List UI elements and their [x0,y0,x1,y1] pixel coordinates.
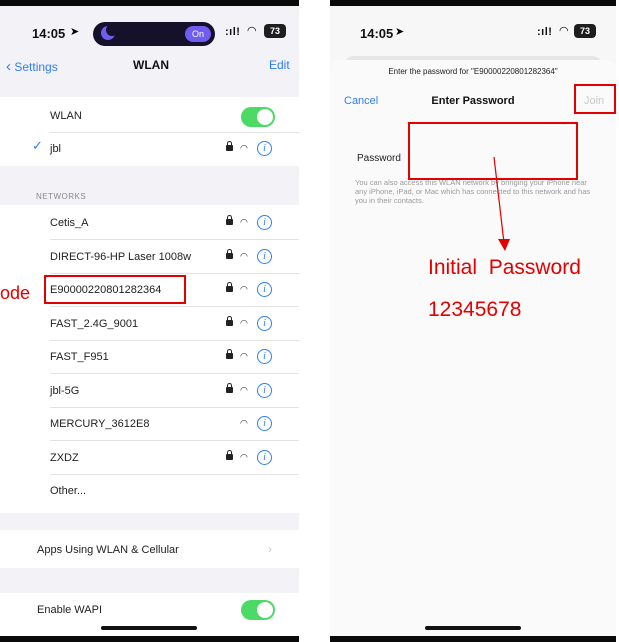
moon-icon [101,24,118,40]
password-prompt: Enter the password for "E900002208012823… [388,67,558,76]
wlan-label: WLAN [50,110,82,122]
annotation-arrow-icon [493,156,510,251]
edit-button[interactable]: Edit [269,58,290,72]
enable-wapi-label: Enable WAPI [37,604,103,616]
highlight-box-ssid [44,275,186,304]
divider [50,339,299,341]
checkmark-icon: ✓ [32,138,43,153]
apps-using-wlan-row[interactable]: Apps Using WLAN & Cellular [37,544,179,556]
chevron-right-icon: › [268,542,272,556]
back-button[interactable]: ‹ Settings [6,58,58,75]
lock-icon [226,215,233,225]
network-icons: ◠ i [226,382,276,399]
annotation-password-value: 12345678 [428,298,522,321]
wifi-icon: ◠ [240,351,248,361]
info-icon[interactable]: i [257,141,272,156]
lock-icon [226,248,233,259]
lock-icon [226,449,233,460]
wifi-icon: ◠ [240,418,248,428]
network-row[interactable]: ZXDZ [50,452,79,464]
divider [50,473,299,475]
page-title: WLAN [133,58,169,72]
network-icons: ◠ i [226,248,276,265]
other-network-row[interactable]: Other... [50,485,86,497]
network-icons: ◠ i [226,416,276,432]
cellular-signal-icon: :ıl! [225,26,241,38]
status-time: 14:05 [360,26,394,41]
wifi-icon: ◠ [240,217,248,227]
divider [50,272,299,274]
lock-icon [226,282,233,292]
battery-indicator: 73 [574,24,596,38]
chevron-left-icon: ‹ [6,58,11,75]
focus-on-badge: On [185,26,211,42]
wlan-settings-screen: 14:05 ➤ On :ıl! ◠ 73 ‹ Settings WLAN Edi… [0,0,299,642]
divider [50,132,299,133]
info-icon[interactable]: i [257,382,272,398]
info-icon[interactable]: i [257,349,272,364]
top-black-bar [0,0,299,6]
info-icon[interactable]: i [257,215,272,230]
network-icons: ◠ i [226,315,276,332]
wapi-toggle[interactable] [241,600,275,620]
lock-icon [226,315,233,326]
password-label: Password [357,153,401,164]
connected-network-icons: ◠ i [226,141,276,157]
divider [50,239,299,240]
wifi-icon: ◠ [240,384,248,395]
network-icons: ◠ i [226,282,276,298]
highlight-box-join [574,84,616,114]
top-black-bar [330,0,616,6]
info-icon[interactable]: i [257,449,272,465]
wifi-icon: ◠ [240,284,248,294]
wifi-icon: ◠ [240,250,248,261]
location-arrow-icon: ➤ [395,26,405,38]
bottom-black-bar [0,636,299,642]
network-row[interactable]: FAST_2.4G_9001 [50,318,138,330]
dynamic-island: On [93,22,215,46]
annotation-initial-password: Initial Password [428,256,581,279]
location-arrow-icon: ➤ [70,26,80,38]
networks-list: Cetis_A ◠ i DIRECT-96-HP Laser 1008w ◠ i E9000… [0,205,299,513]
info-icon[interactable]: i [257,315,272,331]
wifi-icon: ◠ [240,143,248,153]
bottom-black-bar [330,636,616,642]
divider [50,406,299,408]
network-icons: ◠ i [226,215,276,231]
wifi-status-icon: ◠ [247,25,257,37]
network-icons: ◠ i [226,349,276,365]
back-label: Settings [14,60,58,74]
lock-icon [226,349,233,359]
network-row[interactable]: jbl-5G [50,385,79,397]
network-row[interactable]: Cetis_A [50,217,89,229]
battery-indicator: 73 [264,24,286,38]
lock-icon [226,382,233,393]
info-icon[interactable]: i [257,248,272,264]
network-row[interactable]: DIRECT-96-HP Laser 1008w [50,251,191,263]
lock-icon [226,141,233,151]
info-icon[interactable]: i [257,282,272,297]
network-icons: ◠ i [226,449,276,466]
home-indicator [425,626,521,630]
share-password-hint: You can also access this WLAN network by… [355,178,591,205]
divider [50,373,299,374]
status-time: 14:05 [32,26,66,41]
annotation-fragment: ode [0,283,31,303]
divider [50,306,299,307]
network-row[interactable]: MERCURY_3612E8 [50,418,149,430]
wifi-icon: ◠ [240,451,248,462]
home-indicator [101,626,197,630]
networks-section-header: NETWORKS [36,192,87,201]
network-row[interactable]: FAST_F951 [50,351,109,363]
info-icon[interactable]: i [257,416,272,431]
connected-network-name[interactable]: jbl [50,143,61,155]
divider [50,440,299,441]
wlan-toggle[interactable] [241,107,275,127]
wifi-status-icon: ◠ [559,25,569,37]
cellular-signal-icon: :ıl! [537,26,553,38]
wifi-icon: ◠ [240,317,248,328]
